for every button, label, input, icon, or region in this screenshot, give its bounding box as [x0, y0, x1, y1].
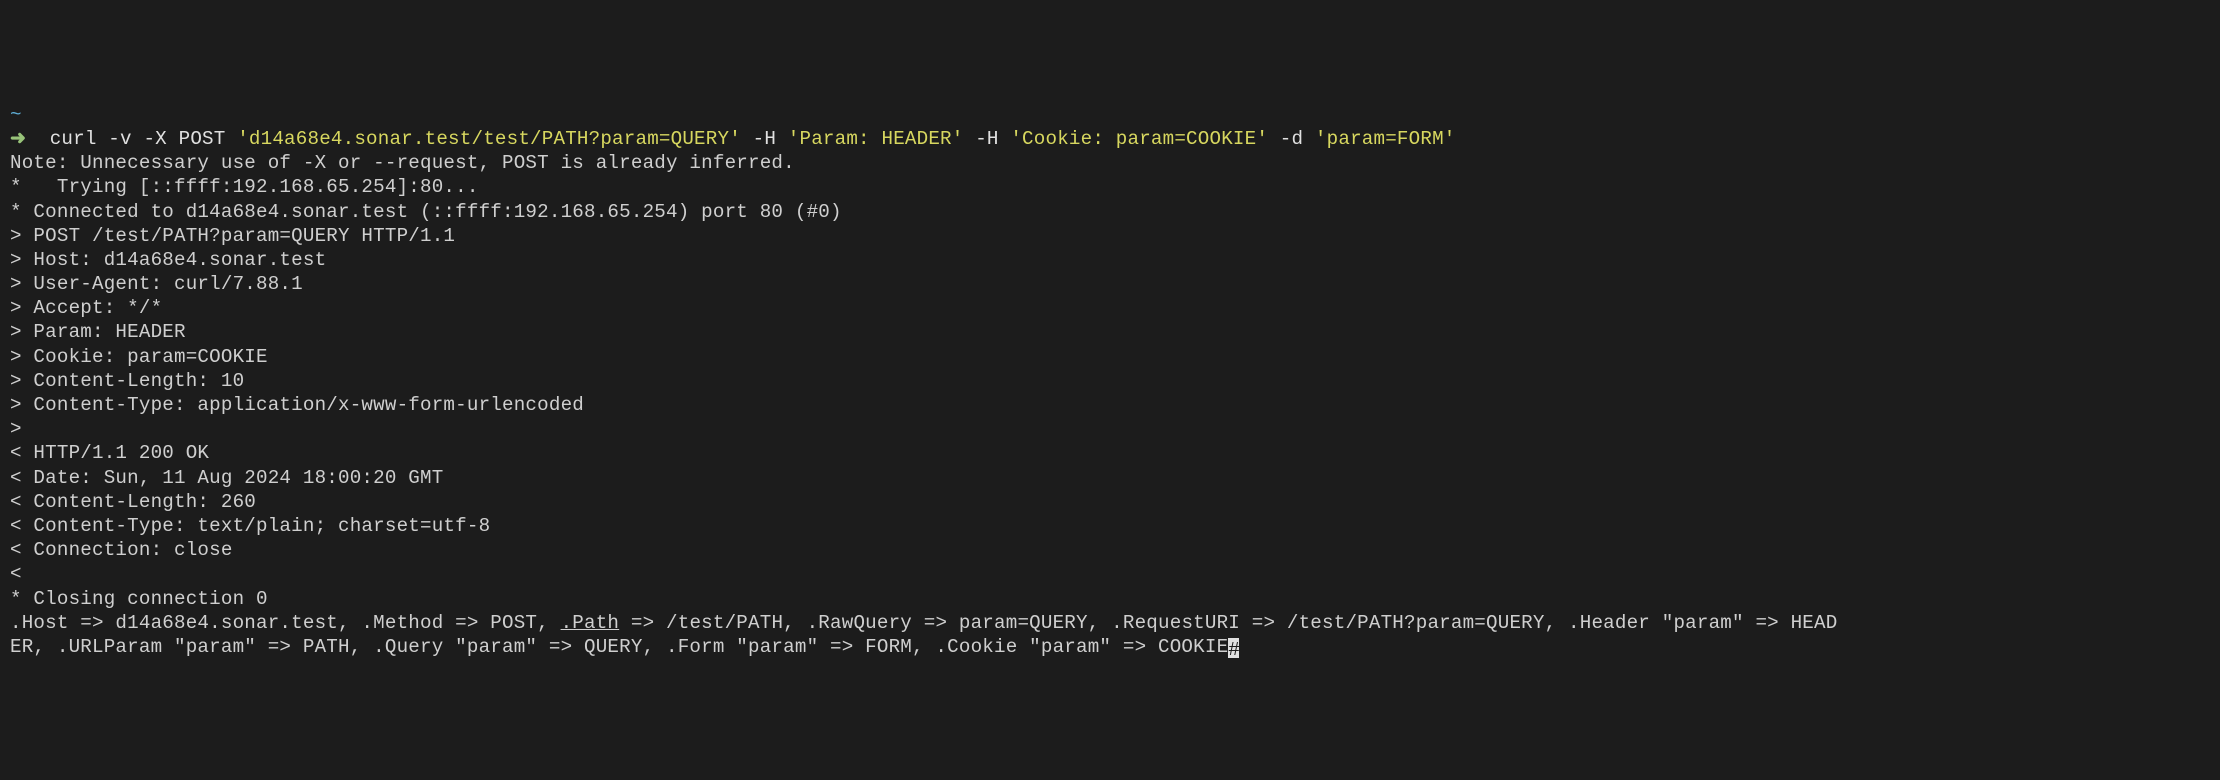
- req-line: >: [10, 417, 2210, 441]
- req-line: > User-Agent: curl/7.88.1: [10, 272, 2210, 296]
- body-seg-c: ER, .URLParam "param" => PATH, .Query "p…: [10, 636, 1228, 658]
- tilde: ~: [10, 104, 22, 126]
- req-line: > Cookie: param=COOKIE: [10, 345, 2210, 369]
- req-line: > POST /test/PATH?param=QUERY HTTP/1.1: [10, 224, 2210, 248]
- req-line: > Param: HEADER: [10, 320, 2210, 344]
- res-line: < Date: Sun, 11 Aug 2024 18:00:20 GMT: [10, 466, 2210, 490]
- req-line: > Content-Type: application/x-www-form-u…: [10, 393, 2210, 417]
- method: POST: [167, 128, 237, 150]
- prompt-line: ➜ curl -v -X POST 'd14a68e4.sonar.test/t…: [10, 127, 2210, 151]
- data-arg: 'param=FORM': [1315, 128, 1456, 150]
- prompt-arrow: ➜: [10, 128, 26, 150]
- note-line: Note: Unnecessary use of -X or --request…: [10, 151, 2210, 175]
- res-line: < HTTP/1.1 200 OK: [10, 441, 2210, 465]
- req-line: > Accept: */*: [10, 296, 2210, 320]
- res-line: <: [10, 562, 2210, 586]
- body-line-2: ER, .URLParam "param" => PATH, .Query "p…: [10, 635, 2210, 659]
- body-path: .Path: [561, 612, 620, 634]
- body-seg-a: .Host => d14a68e4.sonar.test, .Method =>…: [10, 612, 561, 634]
- terminal-output[interactable]: ~➜ curl -v -X POST 'd14a68e4.sonar.test/…: [10, 103, 2210, 659]
- url-arg: 'd14a68e4.sonar.test/test/PATH?param=QUE…: [237, 128, 741, 150]
- body-line: .Host => d14a68e4.sonar.test, .Method =>…: [10, 611, 2210, 635]
- res-line: < Content-Length: 260: [10, 490, 2210, 514]
- req-line: > Content-Length: 10: [10, 369, 2210, 393]
- header1: 'Param: HEADER': [788, 128, 964, 150]
- flag-h1: -H: [741, 128, 788, 150]
- req-line: > Host: d14a68e4.sonar.test: [10, 248, 2210, 272]
- cursor: #: [1228, 638, 1239, 658]
- closing-line: * Closing connection 0: [10, 587, 2210, 611]
- trying-line: * Trying [::ffff:192.168.65.254]:80...: [10, 175, 2210, 199]
- flag-d: -d: [1268, 128, 1315, 150]
- res-line: < Connection: close: [10, 538, 2210, 562]
- flag-h2: -H: [963, 128, 1010, 150]
- body-seg-b: => /test/PATH, .RawQuery => param=QUERY,…: [619, 612, 1837, 634]
- res-line: < Content-Type: text/plain; charset=utf-…: [10, 514, 2210, 538]
- flag-v: -v: [97, 128, 132, 150]
- flag-x: -X: [132, 128, 167, 150]
- connected-line: * Connected to d14a68e4.sonar.test (::ff…: [10, 200, 2210, 224]
- curl-cmd: curl: [50, 128, 97, 150]
- header2: 'Cookie: param=COOKIE': [1010, 128, 1268, 150]
- cwd-line: ~: [10, 103, 2210, 127]
